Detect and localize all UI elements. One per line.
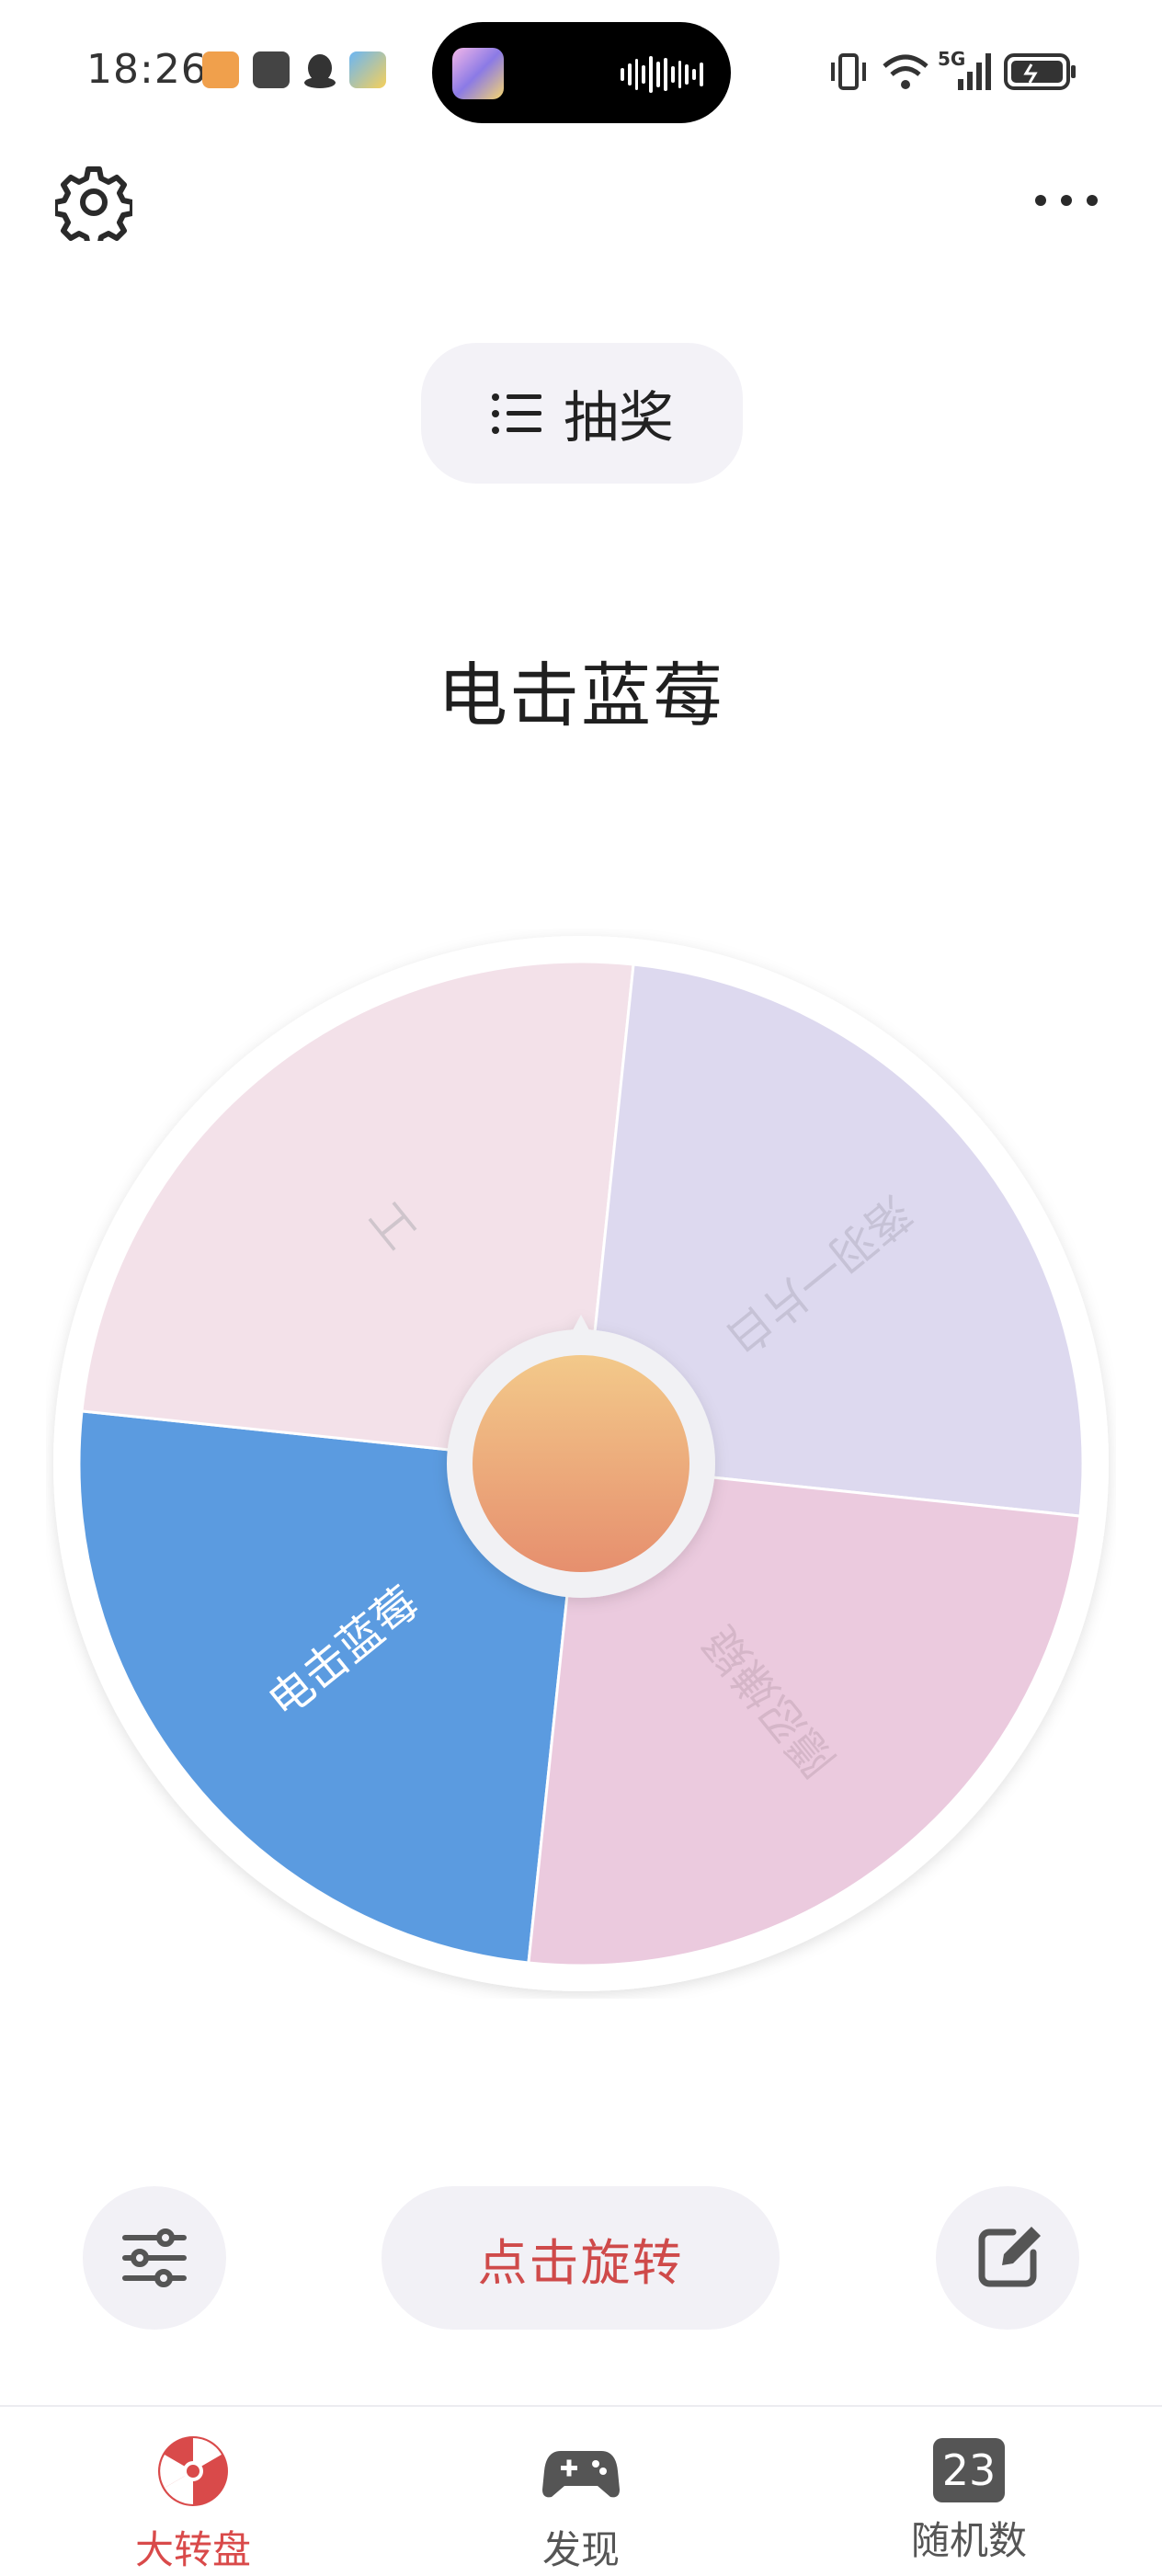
tab-wheel-label: 大转盘 — [134, 2527, 251, 2572]
gamepad-icon — [542, 2451, 620, 2498]
wifi-icon — [883, 54, 928, 89]
tab-wheel[interactable]: 大转盘 — [74, 2434, 313, 2575]
weather-icon — [349, 51, 386, 88]
tab-discover[interactable]: 发现 — [461, 2434, 701, 2575]
bottom-tab-bar: 大转盘 发现 23 随机数 — [0, 2405, 1162, 2576]
number-23-icon: 23 — [933, 2438, 1005, 2502]
lottery-mode-button[interactable]: 抽奖 — [421, 343, 743, 484]
edit-button[interactable] — [936, 2186, 1079, 2330]
lottery-mode-label: 抽奖 — [564, 386, 674, 450]
audio-wave-icon — [621, 53, 703, 96]
dynamic-island[interactable] — [432, 22, 731, 123]
spin-button[interactable]: 点击旋转 — [382, 2186, 780, 2330]
more-dots-icon[interactable] — [1030, 180, 1103, 221]
tab-random-number[interactable]: 23 随机数 — [849, 2434, 1088, 2566]
app-notification-icon — [202, 51, 239, 88]
prize-wheel[interactable]: 电击蓝莓工 落羽一片白隱忍嫌疑 — [46, 929, 1116, 1999]
edit-icon — [978, 2227, 1041, 2287]
tab-random-number-label: 随机数 — [910, 2518, 1027, 2563]
gear-icon[interactable] — [55, 164, 132, 241]
settings-sliders-button[interactable] — [83, 2186, 226, 2330]
wheel-icon — [158, 2436, 228, 2506]
sliders-icon — [122, 2228, 187, 2287]
qq-icon — [304, 54, 336, 88]
tab-discover-label: 发现 — [541, 2527, 620, 2572]
vibrate-icon — [831, 53, 866, 90]
upload-notification-icon — [253, 51, 290, 88]
wheel-center-knob[interactable] — [473, 1355, 689, 1572]
status-time: 18:26 — [86, 46, 208, 93]
signal-icon — [958, 53, 991, 90]
game-app-icon[interactable] — [452, 48, 504, 99]
list-icon — [492, 393, 541, 434]
result-title: 电击蓝莓 — [438, 655, 724, 736]
battery-icon — [1004, 53, 1076, 90]
